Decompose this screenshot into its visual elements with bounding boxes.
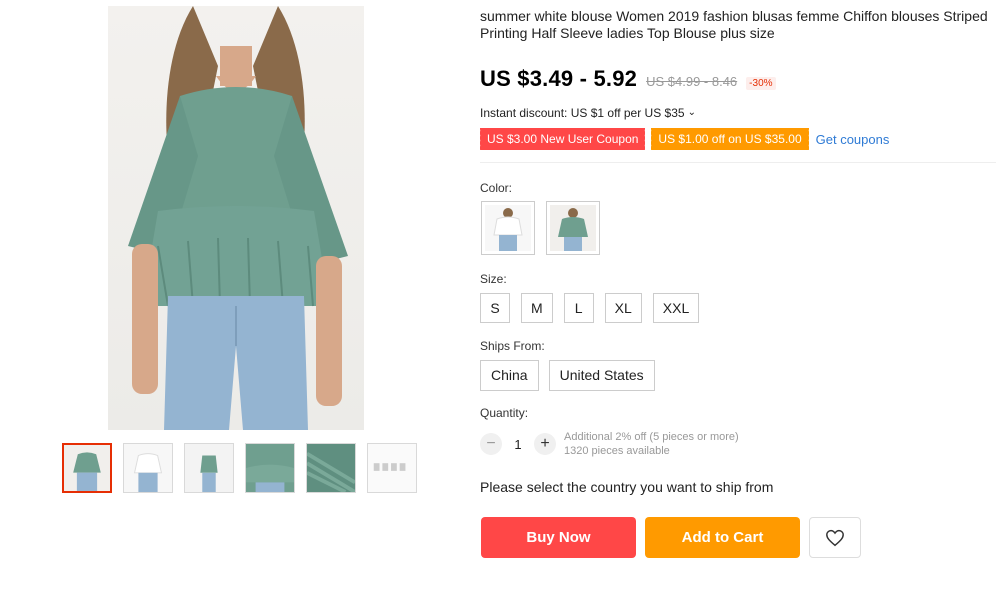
quantity-stepper: − 1 + Additional 2% off (5 pieces or mor…	[480, 430, 739, 458]
product-title: summer white blouse Women 2019 fashion b…	[480, 8, 988, 41]
size-option-xl[interactable]: XL	[604, 293, 642, 323]
color-option-white[interactable]	[481, 201, 535, 255]
thumbnail-5[interactable]	[306, 443, 356, 493]
thumbnail-2[interactable]	[123, 443, 173, 493]
price-row: US $3.49 - 5.92 US $4.99 - 8.46 -30%	[480, 66, 776, 92]
thumbnail-image	[185, 444, 233, 492]
discount-badge: -30%	[746, 77, 776, 90]
thumbnail-image	[307, 444, 355, 492]
product-photo-illustration	[128, 6, 348, 430]
stock-available-text: 1320 pieces available	[564, 445, 670, 457]
thumbnail-image	[368, 444, 416, 492]
store-coupon[interactable]: US $1.00 off on US $35.00	[649, 128, 809, 150]
ship-country-notice: Please select the country you want to sh…	[480, 479, 774, 495]
quantity-label: Quantity:	[480, 406, 529, 420]
quantity-increase-button[interactable]: +	[534, 433, 556, 455]
instant-discount-text: Instant discount: US $1 off per US $35	[480, 106, 685, 120]
size-option-xxl[interactable]: XXL	[652, 293, 700, 323]
divider	[480, 162, 996, 163]
size-option-s[interactable]: S	[480, 293, 510, 323]
thumbnail-image	[64, 445, 110, 491]
size-option-l[interactable]: L	[563, 293, 594, 323]
thumbnail-4[interactable]	[245, 443, 295, 493]
color-swatch-white	[485, 205, 531, 251]
thumbnail-3[interactable]	[184, 443, 234, 493]
quantity-info: Additional 2% off (5 pieces or more) 132…	[564, 430, 739, 458]
bulk-discount-text: Additional 2% off (5 pieces or more)	[564, 431, 739, 443]
ship-option-china[interactable]: China	[480, 360, 539, 391]
color-options	[481, 201, 600, 255]
chevron-down-icon: ⌄	[687, 106, 696, 118]
size-label: Size:	[480, 272, 507, 286]
color-swatch-green	[550, 205, 596, 251]
thumbnail-1[interactable]	[62, 443, 112, 493]
quantity-value[interactable]: 1	[502, 437, 534, 452]
thumbnail-6[interactable]	[367, 443, 417, 493]
color-option-green[interactable]	[546, 201, 600, 255]
main-product-image[interactable]	[108, 6, 364, 430]
color-label: Color:	[480, 181, 513, 195]
size-options: S M L XL XXL	[480, 293, 700, 323]
buy-now-button[interactable]: Buy Now	[481, 517, 636, 558]
new-user-coupon[interactable]: US $3.00 New User Coupon	[477, 128, 646, 150]
instant-discount-toggle[interactable]: Instant discount: US $1 off per US $35 ⌄	[480, 106, 696, 120]
add-to-cart-button[interactable]: Add to Cart	[645, 517, 800, 558]
size-option-m[interactable]: M	[521, 293, 553, 323]
wishlist-button[interactable]	[809, 517, 861, 558]
coupon-row: US $3.00 New User Coupon US $1.00 off on…	[477, 128, 890, 150]
thumbnail-image	[246, 444, 294, 492]
heart-icon	[826, 529, 844, 546]
ships-from-label: Ships From:	[480, 339, 545, 353]
get-coupons-link[interactable]: Get coupons	[816, 132, 890, 147]
thumbnail-strip	[62, 443, 417, 493]
thumbnail-image	[124, 444, 172, 492]
quantity-decrease-button[interactable]: −	[480, 433, 502, 455]
action-buttons: Buy Now Add to Cart	[481, 517, 861, 558]
ship-option-united-states[interactable]: United States	[548, 360, 655, 391]
ships-from-options: China United States	[480, 360, 655, 391]
original-price: US $4.99 - 8.46	[646, 74, 738, 89]
current-price: US $3.49 - 5.92	[480, 66, 638, 91]
